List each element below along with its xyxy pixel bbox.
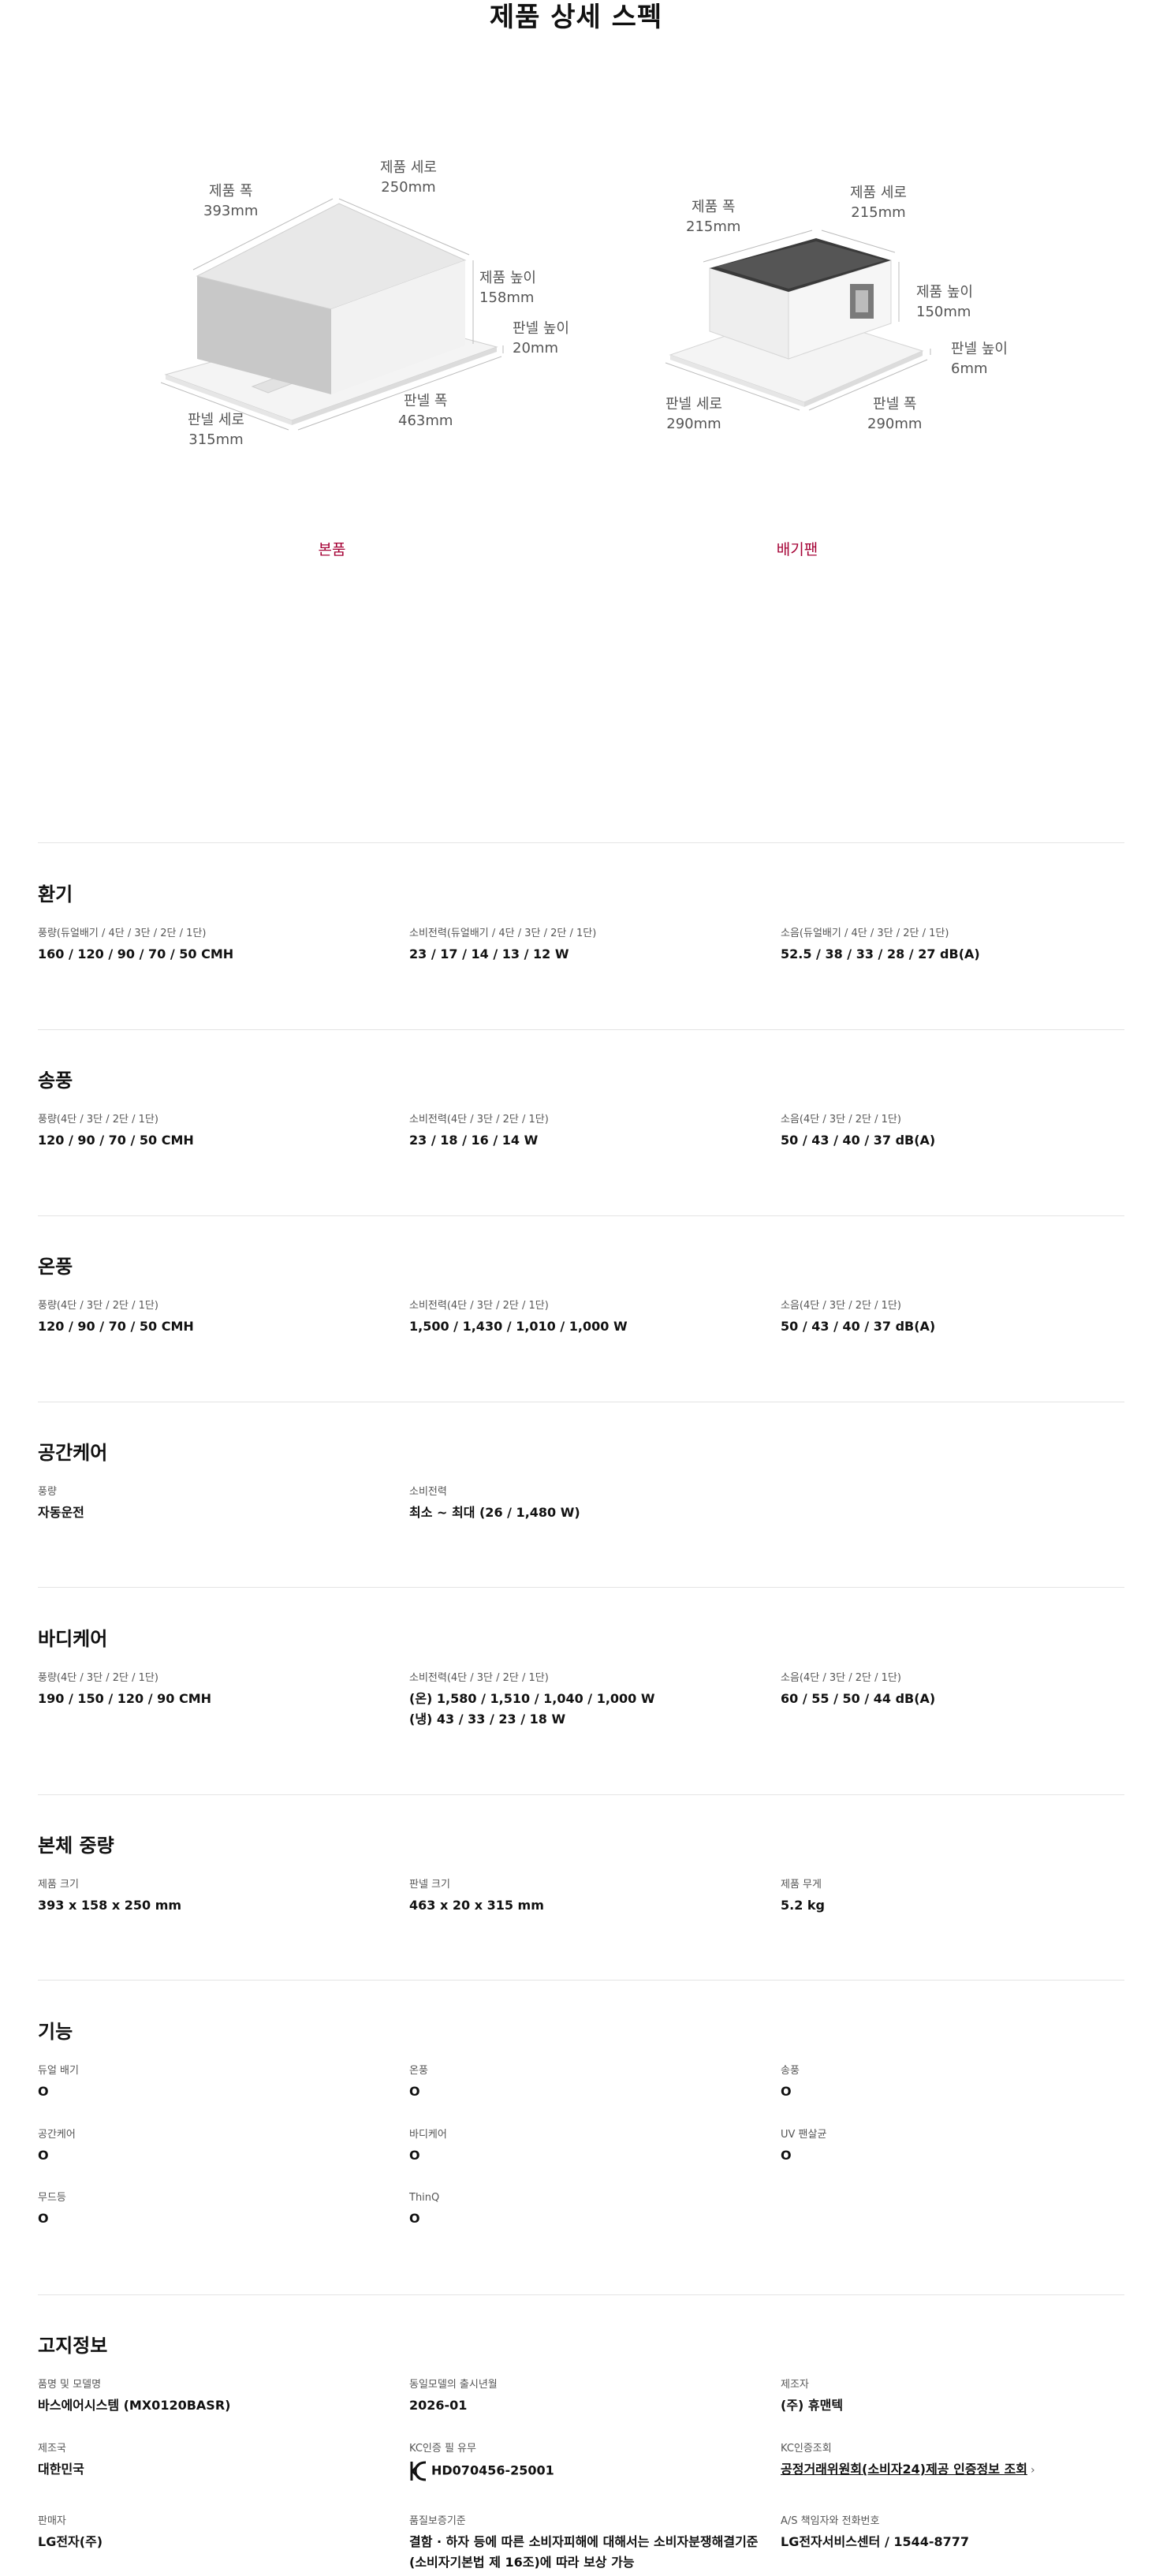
spec-item: 풍량(4단 / 3단 / 2단 / 1단) 190 / 150 / 120 / 9… (38, 1672, 212, 1706)
spec-item: 제품 무게 5.2 kg (781, 1879, 826, 1913)
spec-item: 제품 크기 393 x 158 x 250 mm (38, 1879, 182, 1913)
spec-item: 소음(듀얼배기 / 4단 / 3단 / 2단 / 1단) 52.5 / 38 / … (781, 928, 980, 961)
main-height-label: 제품 높이 158mm (479, 270, 536, 306)
kc-mark-icon (410, 2461, 427, 2481)
notice-item: 제조자 (주) 휴맨텍 (781, 2379, 844, 2413)
exhaust-fan-caption: 배기팬 (776, 541, 818, 558)
fan-depth-label: 제품 세로 215mm (850, 185, 907, 221)
notice-item: 동일모델의 출시년월 2026-01 (409, 2379, 498, 2413)
section-divider (38, 1587, 1124, 1588)
exhaust-fan-dimension-figure: 제품 폭 215mm 제품 세로 215mm 제품 높이 150mm 판넬 높이 6mm… (654, 174, 1025, 442)
section-divider (38, 1980, 1124, 1981)
fan-width-label: 제품 폭 215mm (686, 199, 741, 235)
fan-panel-depth-label: 판넬 세로 290mm (665, 396, 722, 432)
main-panel-width-label: 판넬 폭 463mm (398, 393, 453, 429)
notice-item: 품명 및 모델명 바스에어시스템 (MX0120BASR) (38, 2379, 231, 2413)
spec-item: 풍량 자동운전 (38, 1486, 84, 1520)
spec-item: 소비전력(4단 / 3단 / 2단 / 1단) 1,500 / 1,430 / 1… (409, 1300, 628, 1334)
feature-item: 무드등 O (38, 2192, 66, 2226)
page-title: 제품 상세 스펙 (489, 2, 663, 33)
section-title-features: 기능 (38, 2021, 73, 2043)
spec-item: 소음(4단 / 3단 / 2단 / 1단) 50 / 43 / 40 / 37 d… (781, 1114, 936, 1148)
feature-item: 듀얼 배기 O (38, 2065, 79, 2099)
feature-item: ThinQ O (409, 2192, 440, 2226)
fan-panel-width-label: 판넬 폭 290mm (867, 396, 923, 432)
section-divider (38, 2294, 1124, 2295)
spec-item: 소비전력 최소 ~ 최대 (26 / 1,480 W) (409, 1486, 580, 1520)
spec-item: 소비전력(듀얼배기 / 4단 / 3단 / 2단 / 1단) 23 / 17 / … (409, 928, 597, 961)
spec-item: 소비전력(4단 / 3단 / 2단 / 1단) (온) 1,580 / 1,510… (409, 1672, 655, 1727)
feature-item: 공간케어 O (38, 2129, 76, 2163)
feature-item: UV 팬살균 O (781, 2129, 827, 2163)
main-panel-depth-label: 판넬 세로 315mm (188, 412, 244, 448)
fan-panel-height-label: 판넬 높이 6mm (951, 341, 1008, 377)
main-unit-caption: 본품 (318, 541, 346, 558)
section-title-heating: 온풍 (38, 1256, 73, 1278)
notice-item: 품질보증기준 결함 · 하자 등에 따른 소비자피해에 대해서는 소비자분쟁해결기… (409, 2515, 759, 2570)
section-title-space-care: 공간케어 (38, 1442, 108, 1464)
spec-item: 풍량(4단 / 3단 / 2단 / 1단) 120 / 90 / 70 / 50 … (38, 1300, 194, 1334)
section-title-ventilation: 환기 (38, 883, 73, 905)
section-divider (38, 1029, 1124, 1030)
spec-item: 소비전력(4단 / 3단 / 2단 / 1단) 23 / 18 / 16 / 14… (409, 1114, 549, 1148)
kc-lookup-link[interactable]: 공정거래위원회(소비자24)제공 인증정보 조회 (781, 2462, 1027, 2477)
section-divider (38, 1215, 1124, 1216)
section-title-notice: 고지정보 (38, 2335, 108, 2357)
section-divider (38, 842, 1124, 843)
kc-cert-number: HD070456-25001 (431, 2462, 554, 2478)
chevron-right-icon: › (1031, 2464, 1035, 2477)
spec-item: 풍량(듀얼배기 / 4단 / 3단 / 2단 / 1단) 160 / 120 / … (38, 928, 234, 961)
main-depth-label: 제품 세로 250mm (380, 159, 437, 196)
spec-item: 판넬 크기 463 x 20 x 315 mm (409, 1879, 544, 1913)
section-title-blowing: 송풍 (38, 1070, 73, 1092)
notice-item: A/S 책임자와 전화번호 LG전자서비스센터 / 1544-8777 (781, 2515, 970, 2549)
section-title-weight: 본체 중량 (38, 1835, 114, 1857)
section-divider (38, 1794, 1124, 1795)
feature-item: 송풍 O (781, 2065, 800, 2099)
spec-item: 소음(4단 / 3단 / 2단 / 1단) 60 / 55 / 50 / 44 d… (781, 1672, 936, 1706)
feature-item: 바디케어 O (409, 2129, 447, 2163)
notice-item: KC인증조회 공정거래위원회(소비자24)제공 인증정보 조회 › (781, 2443, 1035, 2477)
main-panel-height-label: 판넬 높이 20mm (513, 320, 569, 357)
main-width-label: 제품 폭 393mm (203, 183, 259, 219)
notice-item: KC인증 필 유무 HD070456-25001 (409, 2442, 772, 2483)
notice-item: 제조국 대한민국 (38, 2443, 84, 2477)
notice-item: 판매자 LG전자(주) (38, 2515, 103, 2549)
spec-item: 풍량(4단 / 3단 / 2단 / 1단) 120 / 90 / 70 / 50 … (38, 1114, 194, 1148)
spec-item: 소음(4단 / 3단 / 2단 / 1단) 50 / 43 / 40 / 37 d… (781, 1300, 936, 1334)
main-unit-dimension-figure: 제품 폭 393mm 제품 세로 250mm 제품 높이 158mm 판넬 높이 20m… (150, 158, 591, 457)
section-title-body-care: 바디케어 (38, 1628, 108, 1650)
feature-item: 온풍 O (409, 2065, 428, 2099)
fan-height-label: 제품 높이 150mm (916, 284, 973, 320)
